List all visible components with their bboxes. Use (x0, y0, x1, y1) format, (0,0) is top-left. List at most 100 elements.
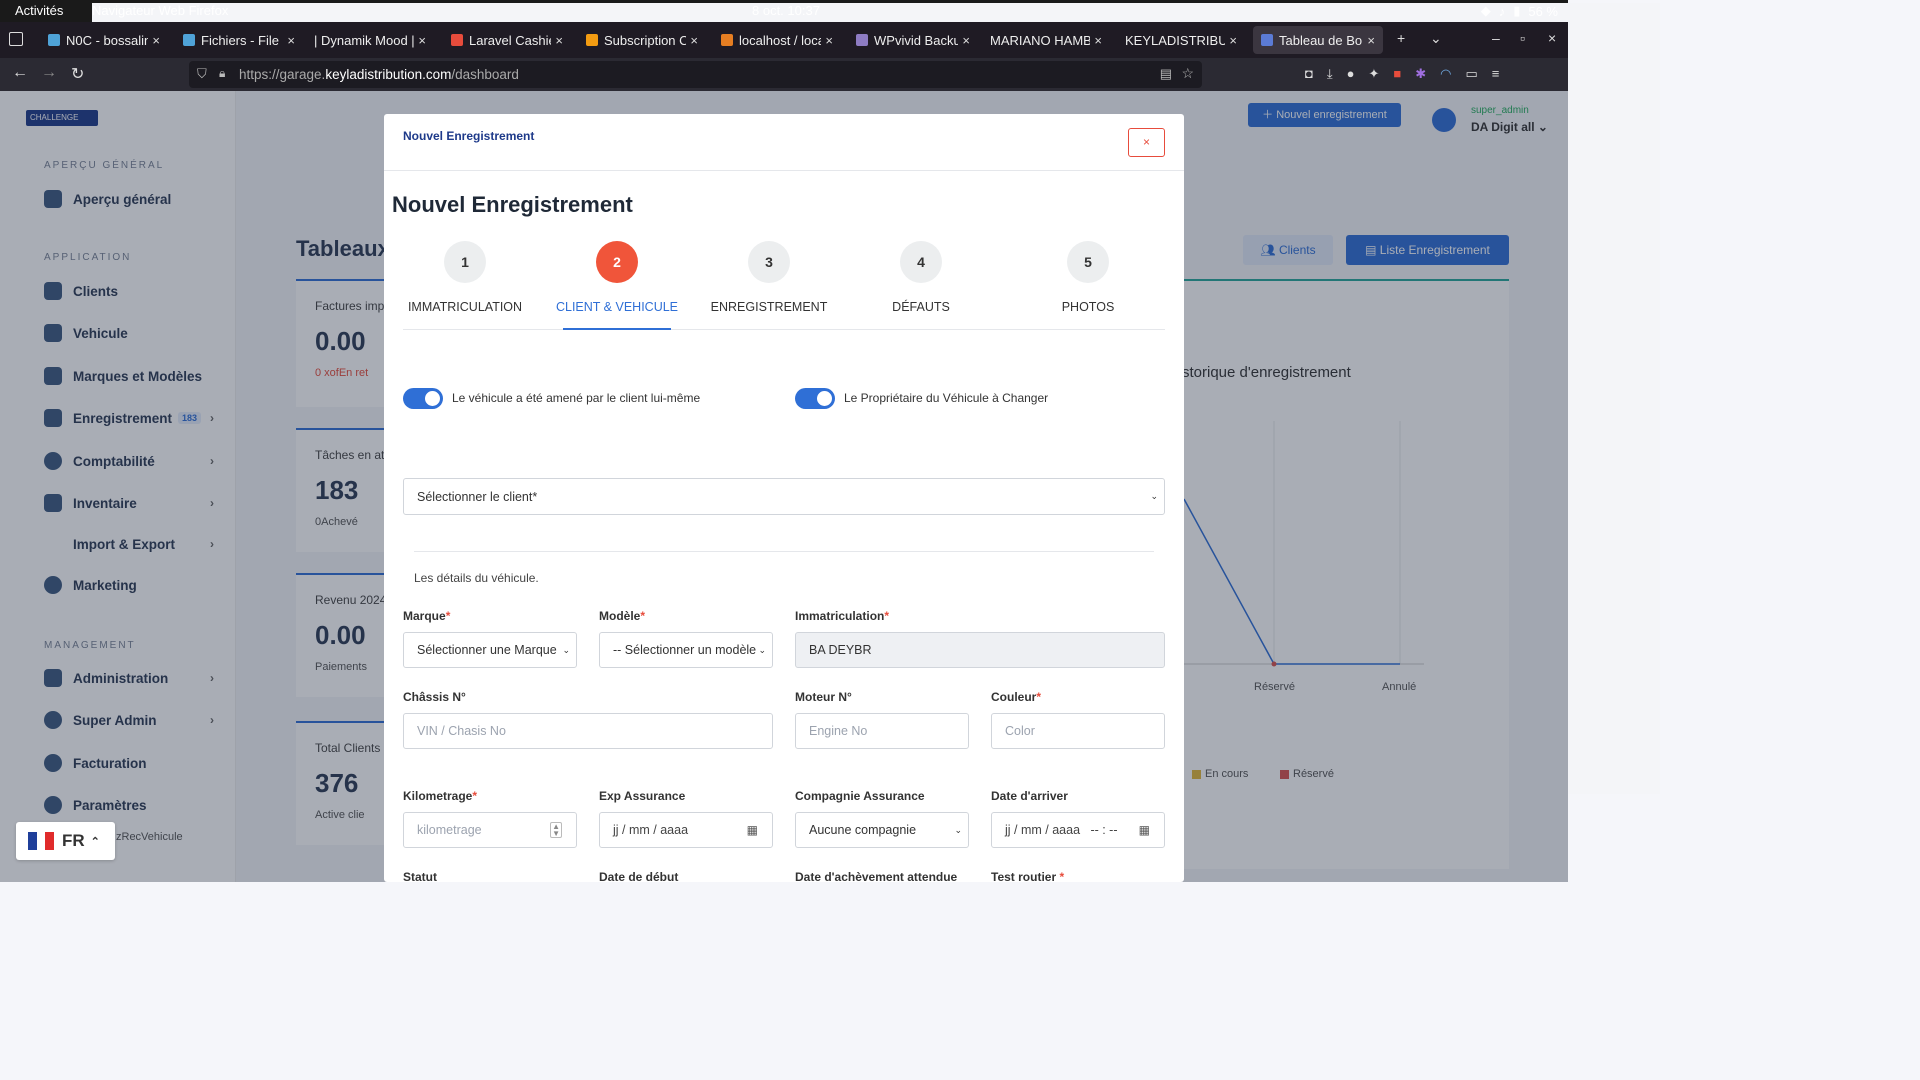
step-label[interactable]: PHOTOS (1062, 300, 1115, 314)
couleur-label: Couleur* (991, 690, 1042, 704)
browser-tab-active[interactable]: Tableau de Bord× (1253, 26, 1383, 54)
language-selector[interactable]: FR ⌃ (16, 822, 115, 860)
battery-icon: ▮ (1513, 3, 1521, 18)
vehicle-details-heading: Les détails du véhicule. (414, 571, 539, 585)
owner-change-label: Le Propriétaire du Véhicule à Changer (844, 391, 1049, 405)
tab-overview-icon[interactable] (9, 32, 23, 46)
step-4[interactable]: 4 (900, 241, 942, 283)
tab-close-icon[interactable]: × (555, 33, 563, 48)
kilometrage-field[interactable]: kilometrage ▲ ▼ (403, 812, 577, 848)
tab-close-icon[interactable]: × (152, 33, 160, 48)
step-label[interactable]: IMMATRICULATION (408, 300, 522, 314)
exp-assurance-date[interactable]: jj / mm / aaaa ▦ (599, 812, 773, 848)
compagnie-select[interactable]: Aucune compagnie ⌄ (795, 812, 969, 848)
browser-nav-bar: ← → ↻ ⛉ 🔒︎ https://garage.keyladistribut… (0, 58, 1568, 91)
tab-close-icon[interactable]: × (1094, 33, 1102, 48)
shield-icon[interactable]: ⛉ (197, 66, 207, 82)
account-icon[interactable]: ● (1347, 66, 1355, 82)
couleur-field[interactable]: Color (991, 713, 1165, 749)
reload-icon[interactable]: ↻ (71, 64, 84, 84)
owner-change-toggle[interactable] (795, 388, 835, 409)
client-brought-label: Le véhicule a été amené par le client lu… (452, 391, 701, 405)
marque-select[interactable]: Sélectionner une Marque ⌄ (403, 632, 577, 668)
extension-purple-icon[interactable]: ✱ (1415, 66, 1426, 82)
tab-close-icon[interactable]: × (1367, 33, 1375, 48)
menu-icon[interactable]: ≡ (1492, 66, 1500, 82)
forward-icon[interactable]: → (41, 64, 57, 82)
chevron-down-icon: ⌄ (562, 644, 570, 655)
date-arrivee-label: Date d'arriver (991, 789, 1068, 803)
modal-title: Nouvel Enregistrement (392, 192, 633, 217)
chevron-down-icon: ⌄ (1150, 491, 1158, 501)
tab-favicon-icon (586, 34, 598, 46)
ublock-icon[interactable]: ■ (1393, 66, 1401, 82)
window-close-icon[interactable]: × (1548, 30, 1556, 46)
immatriculation-label: Immatriculation* (795, 609, 890, 623)
browser-tab[interactable]: WPvivid Backup× (848, 26, 978, 54)
tab-favicon-icon (856, 34, 868, 46)
tab-favicon-icon (1261, 34, 1273, 46)
activities-button[interactable]: Activités (15, 3, 63, 18)
step-1[interactable]: 1 (444, 241, 486, 283)
step-label[interactable]: DÉFAUTS (892, 300, 950, 314)
chevron-up-icon: ⌃ (90, 835, 100, 848)
clock[interactable]: 8 oct. 10:37 (752, 3, 820, 18)
download-icon[interactable]: ⤓ (1327, 66, 1333, 82)
marque-label: Marque* (403, 609, 451, 623)
wifi-icon: ◆ (1480, 3, 1491, 18)
tab-close-icon[interactable]: × (418, 33, 426, 48)
number-stepper-icon[interactable]: ▲ ▼ (550, 822, 562, 838)
minimize-icon[interactable]: – (1492, 30, 1500, 46)
new-record-modal: Nouvel Enregistrement × Nouvel Enregistr… (384, 114, 1184, 882)
modal-close-button[interactable]: × (1128, 128, 1165, 157)
calendar-icon[interactable]: ▦ (1139, 823, 1150, 837)
reader-view-icon[interactable]: ▤ (1160, 66, 1172, 82)
system-tray[interactable]: ◆ ♪ ▮ 56 % (1481, 3, 1558, 19)
exp-assurance-label: Exp Assurance (599, 789, 686, 803)
lock-icon[interactable]: 🔒︎ (219, 66, 225, 81)
client-brought-toggle[interactable] (403, 388, 443, 409)
statut-label: Statut (403, 870, 437, 882)
url-text[interactable]: https://garage.keyladistribution.com/das… (239, 67, 519, 82)
browser-tab[interactable]: MARIANO HAMBRE× (982, 26, 1110, 54)
step-2[interactable]: 2 (596, 241, 638, 283)
date-achevement-label: Date d'achèvement attendue (795, 870, 958, 882)
back-icon[interactable]: ← (12, 64, 28, 82)
browser-tab[interactable]: Subscription Cus× (578, 26, 706, 54)
immatriculation-field[interactable]: BA DEYBR (795, 632, 1165, 668)
tab-close-icon[interactable]: × (1229, 33, 1237, 48)
browser-tab[interactable]: N0C - bossaliniw× (40, 26, 168, 54)
calendar-icon[interactable]: ▦ (747, 823, 758, 837)
step-5[interactable]: 5 (1067, 241, 1109, 283)
date-arrivee-field[interactable]: jj / mm / aaaa -- : -- ▦ (991, 812, 1165, 848)
modele-select[interactable]: -- Sélectionner un modèle ⌄ (599, 632, 773, 668)
browser-tab[interactable]: Fichiers - File Br× (175, 26, 303, 54)
os-top-bar: Activités Navigateur Web Firefox 8 oct. … (0, 0, 1660, 794)
tab-close-icon[interactable]: × (690, 33, 698, 48)
tab-favicon-icon (451, 34, 463, 46)
sidebar-icon[interactable]: ▭ (1465, 66, 1477, 82)
moteur-field[interactable]: Engine No (795, 713, 969, 749)
url-bar[interactable]: ⛉ 🔒︎ https://garage.keyladistribution.co… (189, 61, 1202, 88)
maximize-icon[interactable]: ▫ (1520, 30, 1525, 46)
extensions-icon[interactable]: ✦ (1368, 66, 1379, 82)
tab-close-icon[interactable]: × (962, 33, 970, 48)
browser-tab[interactable]: Laravel Cashier (× (443, 26, 571, 54)
chassis-field[interactable]: VIN / Chasis No (403, 713, 773, 749)
bookmark-star-icon[interactable]: ☆ (1181, 65, 1194, 82)
step-label[interactable]: ENREGISTREMENT (711, 300, 828, 314)
step-label[interactable]: CLIENT & VEHICULE (556, 300, 678, 314)
pocket-icon[interactable]: ◘ (1305, 66, 1313, 82)
new-tab-icon[interactable]: + (1397, 30, 1405, 46)
compagnie-label: Compagnie Assurance (795, 789, 925, 803)
browser-tab[interactable]: localhost / locall× (713, 26, 841, 54)
tab-list-chevron-icon[interactable]: ⌄ (1430, 30, 1442, 47)
extension-blue-icon[interactable]: ◠ (1440, 66, 1451, 82)
tab-close-icon[interactable]: × (287, 33, 295, 48)
france-flag-icon (28, 832, 55, 850)
client-select[interactable]: Sélectionner le client* ⌄ (403, 478, 1165, 515)
step-3[interactable]: 3 (748, 241, 790, 283)
browser-tab[interactable]: | Dynamik Mood | In× (306, 26, 434, 54)
browser-tab[interactable]: KEYLADISTRIBUTIO× (1117, 26, 1245, 54)
tab-close-icon[interactable]: × (825, 33, 833, 48)
